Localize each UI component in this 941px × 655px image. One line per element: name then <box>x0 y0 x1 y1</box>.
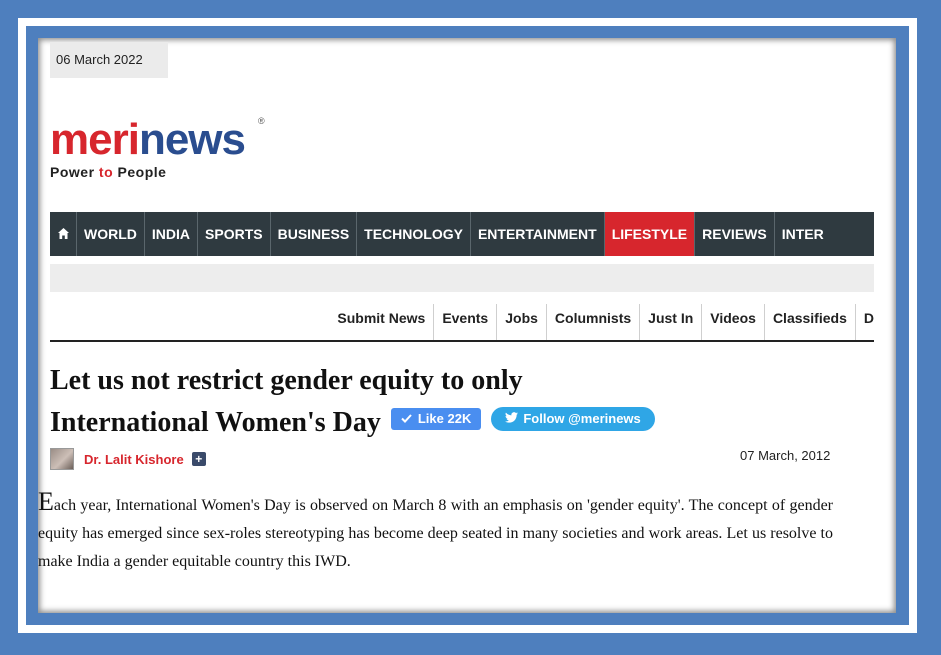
twitter-bird-icon <box>505 398 519 440</box>
subnav-events[interactable]: Events <box>433 304 496 340</box>
like-label: Like 22K <box>417 411 472 426</box>
checkmark-icon <box>401 398 412 440</box>
logo-tagline: Power to People <box>50 164 167 180</box>
subnav-videos[interactable]: Videos <box>701 304 764 340</box>
subnav-jobs[interactable]: Jobs <box>496 304 546 340</box>
drop-cap: E <box>38 487 54 516</box>
web-page: 06 March 2022 merinews ® Power to People… <box>38 38 896 613</box>
nav-item-reviews[interactable]: REVIEWS <box>695 212 775 256</box>
nav-item-international[interactable]: INTER <box>775 212 831 256</box>
nav-item-sports[interactable]: SPORTS <box>198 212 271 256</box>
article-title: Let us not restrict gender equity to onl… <box>50 360 870 444</box>
subnav-classifieds[interactable]: Classifieds <box>763 304 855 340</box>
subnav-columnists[interactable]: Columnists <box>545 304 639 340</box>
nav-item-india[interactable]: INDIA <box>145 212 199 256</box>
follow-label: Follow @merinews <box>523 411 641 426</box>
secondary-bar <box>50 264 874 292</box>
author-name[interactable]: Dr. Lalit Kishore <box>84 452 184 467</box>
article-title-line2: International Women's Day <box>50 407 381 438</box>
article-body: Each year, International Women's Day is … <box>38 488 833 576</box>
nav-item-technology[interactable]: TECHNOLOGY <box>357 212 471 256</box>
nav-item-lifestyle[interactable]: LIFESTYLE <box>604 212 696 256</box>
registered-mark: ® <box>258 116 265 126</box>
nav-item-business[interactable]: BUSINESS <box>271 212 358 256</box>
home-icon[interactable] <box>50 212 77 256</box>
main-nav: WORLD INDIA SPORTS BUSINESS TECHNOLOGY E… <box>50 212 874 256</box>
author-avatar[interactable] <box>50 448 74 470</box>
merinews-logo[interactable]: merinews ® Power to People <box>50 115 265 180</box>
byline: Dr. Lalit Kishore + <box>50 448 206 470</box>
facebook-like-button[interactable]: Like 22K <box>390 408 482 430</box>
twitter-follow-button[interactable]: Follow @merinews <box>491 407 655 431</box>
article-title-line1: Let us not restrict gender equity to onl… <box>50 365 523 396</box>
follow-author-plus-icon[interactable]: + <box>191 452 206 466</box>
page-date: 06 March 2022 <box>50 42 168 78</box>
subnav-just-in[interactable]: Just In <box>639 304 701 340</box>
sub-nav: Submit News Events Jobs Columnists Just … <box>50 304 874 342</box>
logo-wordmark: merinews <box>50 115 246 164</box>
publish-date: 07 March, 2012 <box>740 448 831 463</box>
subnav-truncated[interactable]: D <box>854 304 874 340</box>
nav-item-entertainment[interactable]: ENTERTAINMENT <box>471 212 605 256</box>
nav-item-world[interactable]: WORLD <box>77 212 145 256</box>
subnav-submit-news[interactable]: Submit News <box>329 304 433 340</box>
article-body-text: ach year, International Women's Day is o… <box>38 497 833 570</box>
